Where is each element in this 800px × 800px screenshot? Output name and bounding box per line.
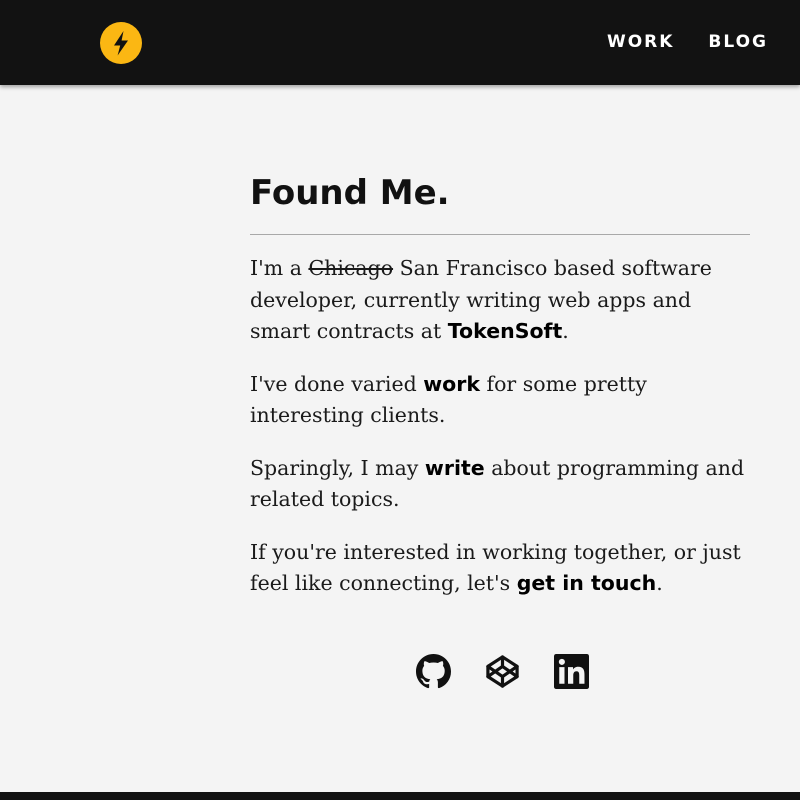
work-text-start: I've done varied (250, 371, 424, 396)
intro-text-start: I'm a (250, 256, 309, 280)
contact-paragraph: If you're interested in working together… (250, 537, 750, 600)
contact-text-start: If you're interested in working together… (250, 539, 741, 596)
codepen-link[interactable] (485, 654, 520, 689)
linkedin-link[interactable] (554, 654, 589, 689)
contact-text-end: . (656, 571, 663, 595)
title-divider (250, 234, 750, 235)
work-paragraph: I've done varied work for some pretty in… (250, 369, 750, 432)
main-content: Found Me. I'm a Chicago San Francisco ba… (250, 172, 750, 621)
codepen-icon (486, 655, 519, 688)
github-link[interactable] (416, 654, 451, 689)
site-header: WORK BLOG (0, 0, 800, 85)
blog-paragraph: Sparingly, I may write about programming… (250, 453, 750, 516)
work-link[interactable]: work (423, 372, 480, 396)
write-link[interactable]: write (425, 456, 485, 480)
social-links (416, 654, 589, 689)
nav-link-work[interactable]: WORK (607, 31, 674, 53)
main-nav: WORK BLOG (607, 31, 768, 53)
footer-bar (0, 792, 800, 800)
intro-paragraph: I'm a Chicago San Francisco based softwa… (250, 253, 750, 348)
struck-city: Chicago (308, 256, 394, 280)
get-in-touch-link[interactable]: get in touch (517, 571, 657, 595)
blog-text-start: Sparingly, I may (250, 455, 425, 480)
lightning-bolt-icon (114, 31, 128, 56)
github-icon (416, 654, 451, 689)
nav-link-blog[interactable]: BLOG (708, 31, 768, 53)
home-logo-link[interactable] (100, 22, 142, 64)
intro-text-end: . (562, 319, 569, 343)
page-title: Found Me. (250, 173, 450, 213)
linkedin-icon (554, 654, 589, 689)
tokensoft-link[interactable]: TokenSoft (448, 319, 563, 343)
